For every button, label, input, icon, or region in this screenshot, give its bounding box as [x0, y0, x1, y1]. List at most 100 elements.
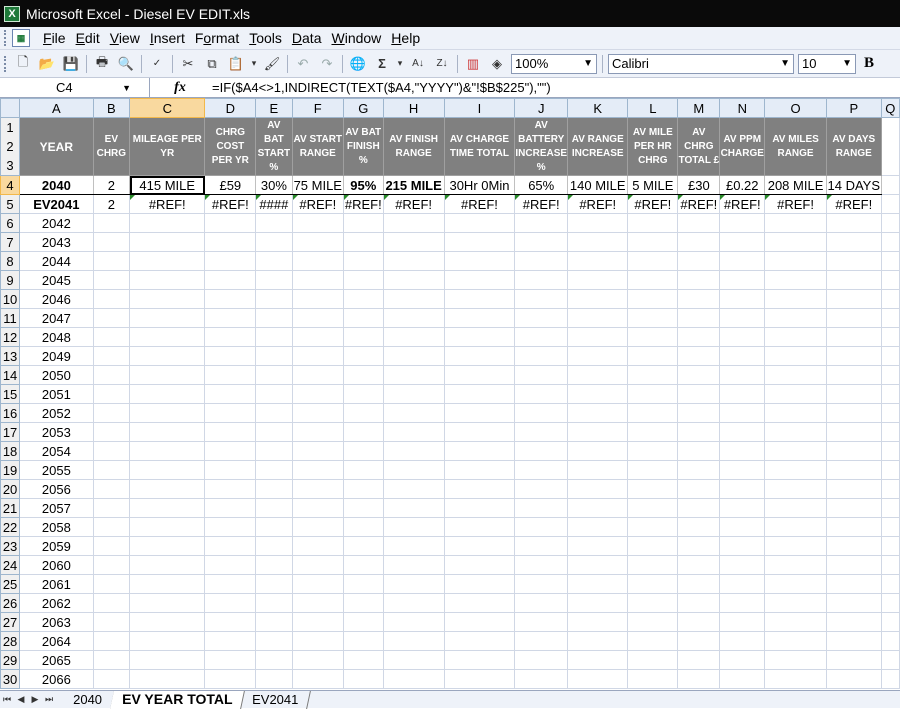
grid-cell[interactable] — [343, 232, 384, 252]
grid-cell[interactable] — [567, 289, 629, 309]
grid-cell[interactable] — [880, 346, 900, 366]
grid-cell[interactable] — [443, 422, 516, 442]
grid-cell[interactable] — [129, 327, 206, 347]
column-title-cell[interactable]: AV BAT FINISH % — [343, 117, 384, 176]
column-title-cell[interactable]: AV DAYS RANGE — [825, 117, 882, 176]
grid-cell[interactable] — [677, 517, 721, 537]
grid-cell[interactable] — [92, 289, 131, 309]
grid-cell[interactable]: 140 MILE — [567, 175, 629, 195]
grid-cell[interactable] — [567, 422, 629, 442]
grid-cell[interactable] — [291, 498, 345, 518]
grid-cell[interactable] — [764, 346, 827, 366]
grid-cell[interactable] — [719, 213, 766, 233]
grid-cell[interactable] — [382, 213, 445, 233]
grid-cell[interactable] — [719, 631, 766, 651]
row-header[interactable]: 25 — [0, 574, 21, 594]
grid-cell[interactable]: 30Hr 0Min — [443, 175, 516, 195]
grid-cell[interactable] — [627, 327, 679, 347]
column-title-cell[interactable]: AV MILES RANGE — [764, 117, 827, 176]
insert-function-icon[interactable]: fx — [150, 78, 210, 98]
grid-cell[interactable]: #REF! — [129, 194, 206, 214]
grid-cell[interactable] — [764, 593, 827, 613]
grid-cell[interactable] — [880, 384, 900, 404]
grid-cell[interactable] — [514, 289, 569, 309]
grid-cell[interactable] — [343, 479, 384, 499]
grid-cell[interactable] — [291, 574, 345, 594]
grid-cell[interactable] — [880, 194, 900, 214]
grid-cell[interactable] — [825, 422, 882, 442]
drawing-icon[interactable]: ◈ — [487, 54, 507, 74]
grid-cell[interactable] — [382, 251, 445, 271]
grid-cell[interactable] — [291, 403, 345, 423]
grid-cell[interactable] — [129, 422, 206, 442]
grid-cell[interactable] — [719, 555, 766, 575]
autosum-dropdown-icon[interactable]: ▾ — [396, 54, 404, 74]
workbook-icon[interactable]: ▦ — [12, 29, 30, 47]
print-preview-icon[interactable]: 🔍 — [116, 54, 136, 74]
row-header[interactable]: 21 — [0, 498, 21, 518]
grid-cell[interactable] — [291, 346, 345, 366]
grid-cell[interactable]: 2047 — [19, 308, 94, 328]
sheet-tab[interactable]: EV2041 — [240, 690, 312, 709]
grid-cell[interactable]: 2053 — [19, 422, 94, 442]
grid-cell[interactable]: #### — [255, 194, 293, 214]
grid-cell[interactable] — [382, 479, 445, 499]
grid-cell[interactable] — [825, 669, 882, 689]
sheet-tab[interactable]: EV YEAR TOTAL — [110, 690, 246, 709]
column-header[interactable]: D — [204, 98, 257, 118]
grid-cell[interactable] — [204, 289, 257, 309]
grid-cell[interactable]: #REF! — [204, 194, 257, 214]
grid-cell[interactable] — [514, 232, 569, 252]
grid-cell[interactable] — [567, 213, 629, 233]
menu-item[interactable]: View — [105, 27, 145, 50]
grid-cell[interactable] — [677, 270, 721, 290]
grid-cell[interactable] — [92, 308, 131, 328]
grid-cell[interactable] — [764, 536, 827, 556]
grid-cell[interactable] — [880, 574, 900, 594]
grid-cell[interactable] — [719, 346, 766, 366]
grid-cell[interactable] — [443, 384, 516, 404]
grid-cell[interactable] — [255, 574, 293, 594]
grid-cell[interactable] — [677, 289, 721, 309]
grid-cell[interactable] — [719, 650, 766, 670]
grid-cell[interactable] — [255, 593, 293, 613]
format-painter-icon[interactable]: 🖌 — [262, 54, 282, 74]
grid-cell[interactable]: 215 MILE — [382, 175, 445, 195]
grid-cell[interactable]: 2 — [92, 194, 131, 214]
grid-cell[interactable] — [514, 517, 569, 537]
menu-item[interactable]: Data — [287, 27, 327, 50]
sort-descending-icon[interactable]: Z↓ — [432, 54, 452, 74]
grid-cell[interactable] — [291, 327, 345, 347]
grid-cell[interactable] — [880, 593, 900, 613]
grid-cell[interactable] — [291, 384, 345, 404]
grid-cell[interactable] — [514, 441, 569, 461]
grid-cell[interactable] — [627, 593, 679, 613]
grid-cell[interactable] — [92, 441, 131, 461]
grid-cell[interactable] — [92, 384, 131, 404]
row-header[interactable]: 22 — [0, 517, 21, 537]
grid-cell[interactable] — [627, 631, 679, 651]
grid-cell[interactable] — [343, 365, 384, 385]
grid-cell[interactable] — [382, 289, 445, 309]
column-header[interactable]: B — [92, 98, 131, 118]
grid-cell[interactable] — [382, 232, 445, 252]
print-icon[interactable]: 🖶 — [92, 54, 112, 74]
grid-cell[interactable] — [719, 460, 766, 480]
grid-cell[interactable] — [92, 669, 131, 689]
grid-cell[interactable] — [627, 441, 679, 461]
grid-cell[interactable] — [382, 365, 445, 385]
grid-cell[interactable] — [627, 517, 679, 537]
grid-cell[interactable] — [627, 460, 679, 480]
grid-cell[interactable] — [291, 669, 345, 689]
grid-cell[interactable] — [677, 555, 721, 575]
row-header[interactable]: 23 — [0, 536, 21, 556]
grid-cell[interactable] — [764, 289, 827, 309]
grid-cell[interactable] — [382, 631, 445, 651]
column-header[interactable]: J — [514, 98, 569, 118]
grid-cell[interactable] — [382, 612, 445, 632]
grid-cell[interactable] — [129, 517, 206, 537]
grid-cell[interactable] — [627, 270, 679, 290]
grid-cell[interactable] — [382, 669, 445, 689]
row-header[interactable]: 20 — [0, 479, 21, 499]
toolbar-grip-handle[interactable] — [4, 55, 8, 72]
